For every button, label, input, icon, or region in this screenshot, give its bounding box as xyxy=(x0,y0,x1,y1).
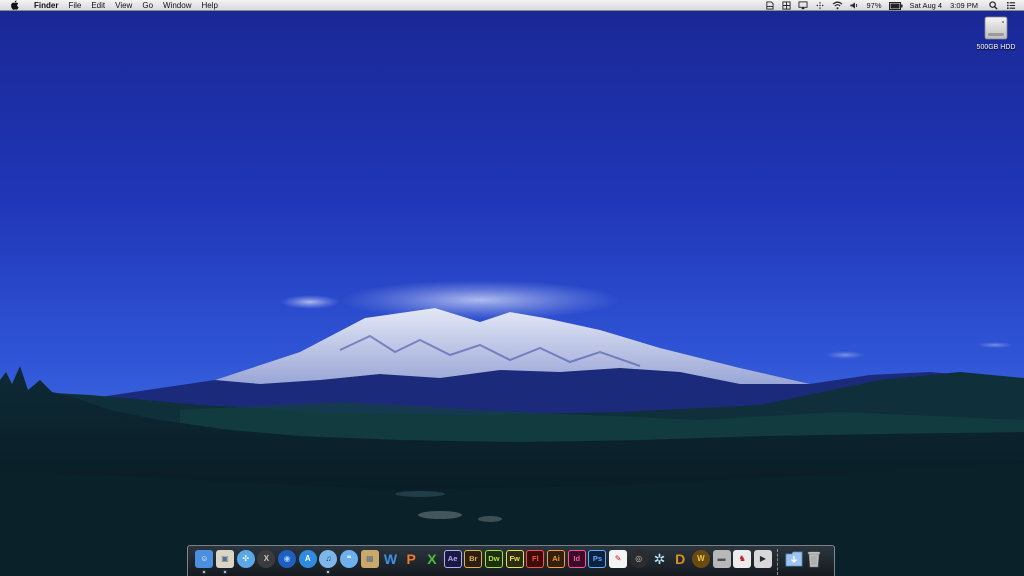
dock-item-trash[interactable] xyxy=(804,550,825,574)
preview-icon: ▣ xyxy=(216,550,235,568)
menu-file[interactable]: File xyxy=(63,0,86,11)
document-icon[interactable] xyxy=(764,0,775,11)
dock-items: ☺ ▣ ✣ X ◉ A ♫ ❝ ▦ W P X Ae Br Dw Fw Fl Ai Id Ps ✎ ◎ ✲ D W ▬ ♞ ▶ xyxy=(194,549,825,575)
dock-separator xyxy=(777,549,781,575)
excel-icon: X xyxy=(427,551,437,567)
dock-item-word[interactable]: W xyxy=(380,550,401,574)
dock-item-flash[interactable]: Fl xyxy=(525,550,546,574)
dock-item-dreamweaver[interactable]: Dw xyxy=(484,550,505,574)
hard-drive-icon xyxy=(983,14,1009,42)
menu-help[interactable]: Help xyxy=(196,0,222,11)
running-indicator xyxy=(327,571,330,573)
chess-icon: ♞ xyxy=(733,550,752,568)
dock-item-finder[interactable]: ☺ xyxy=(194,550,215,574)
video-camera-icon: ▶ xyxy=(753,550,772,568)
bridge-icon: Br xyxy=(464,550,483,568)
dock-item-acrobat[interactable]: ✎ xyxy=(608,550,629,574)
spotlight-search-icon[interactable] xyxy=(988,0,999,11)
battery-icon[interactable] xyxy=(888,0,903,11)
dock-item-fireworks[interactable]: Fw xyxy=(504,550,525,574)
menu-clock[interactable]: 3:09 PM xyxy=(946,0,982,11)
battery-percent[interactable]: 97% xyxy=(863,0,886,11)
itunes-icon: ♫ xyxy=(319,550,338,568)
illustrator-icon: Ai xyxy=(547,550,566,568)
desktop-wallpaper xyxy=(0,0,1024,576)
diablo-icon: D xyxy=(675,551,686,567)
warcraft-icon: W xyxy=(691,550,710,568)
dock-item-downloads-folder[interactable] xyxy=(783,550,804,574)
photoshop-icon: Ps xyxy=(588,550,607,568)
package-icon: ▦ xyxy=(360,550,379,568)
dock-item-scanner[interactable]: ▬ xyxy=(711,550,732,574)
dreamweaver-icon: Dw xyxy=(484,550,503,568)
airplay-icon[interactable] xyxy=(798,0,809,11)
dock-item-after-effects[interactable]: Ae xyxy=(442,550,463,574)
flash-icon: Fl xyxy=(526,550,545,568)
dock-item-app-store[interactable]: A xyxy=(297,550,318,574)
menu-go[interactable]: Go xyxy=(137,0,158,11)
dock-item-bridge[interactable]: Br xyxy=(463,550,484,574)
dock-item-messages[interactable]: ❝ xyxy=(339,550,360,574)
acrobat-icon: ✎ xyxy=(609,550,628,568)
running-indicator xyxy=(203,571,206,573)
tool-icon: ✲ xyxy=(653,551,666,567)
downloads-folder-icon xyxy=(785,550,803,568)
after-effects-icon: Ae xyxy=(443,550,462,568)
wifi-icon[interactable] xyxy=(832,0,843,11)
bluetooth-icon[interactable] xyxy=(815,0,826,11)
dock-item-indesign[interactable]: Id xyxy=(566,550,587,574)
scanner-icon: ▬ xyxy=(712,550,731,568)
dock-item-video-camera[interactable]: ▶ xyxy=(753,550,774,574)
dock: ☺ ▣ ✣ X ◉ A ♫ ❝ ▦ W P X Ae Br Dw Fw Fl Ai Id Ps ✎ ◎ ✲ D W ▬ ♞ ▶ xyxy=(187,545,835,576)
app-store-icon: A xyxy=(298,550,317,568)
dock-item-mac-os-x[interactable]: X xyxy=(256,550,277,574)
messages-icon: ❝ xyxy=(340,550,359,568)
desktop-hard-drive[interactable]: 500GB HDD xyxy=(972,14,1020,51)
dock-item-powerpoint[interactable]: P xyxy=(401,550,422,574)
finder-icon: ☺ xyxy=(195,550,214,568)
dock-item-preview[interactable]: ▣ xyxy=(215,550,236,574)
aperture-icon: ◎ xyxy=(629,550,648,568)
menu-window[interactable]: Window xyxy=(158,0,196,11)
menu-view[interactable]: View xyxy=(110,0,137,11)
word-icon: W xyxy=(383,551,398,567)
dock-item-package[interactable]: ▦ xyxy=(360,550,381,574)
trash-icon xyxy=(805,550,823,568)
dock-item-diablo[interactable]: D xyxy=(670,550,691,574)
running-indicator xyxy=(224,571,227,573)
menu-app-name[interactable]: Finder xyxy=(32,0,63,11)
dock-item-illustrator[interactable]: Ai xyxy=(546,550,567,574)
dock-item-excel[interactable]: X xyxy=(422,550,443,574)
volume-icon[interactable] xyxy=(849,0,860,11)
dock-item-warcraft[interactable]: W xyxy=(691,550,712,574)
menu-edit[interactable]: Edit xyxy=(86,0,110,11)
dock-item-tool[interactable]: ✲ xyxy=(649,550,670,574)
safari-icon: ✣ xyxy=(236,550,255,568)
fireworks-icon: Fw xyxy=(505,550,524,568)
indesign-icon: Id xyxy=(567,550,586,568)
dock-item-aperture[interactable]: ◎ xyxy=(628,550,649,574)
menu-date[interactable]: Sat Aug 4 xyxy=(906,0,947,11)
mac-os-x-icon: X xyxy=(257,550,276,568)
dock-item-photoshop[interactable]: Ps xyxy=(587,550,608,574)
dock-item-itunes[interactable]: ♫ xyxy=(318,550,339,574)
dock-item-globe[interactable]: ◉ xyxy=(277,550,298,574)
grid-icon[interactable] xyxy=(781,0,792,11)
powerpoint-icon: P xyxy=(406,551,416,567)
hard-drive-label: 500GB HDD xyxy=(976,44,1016,51)
globe-icon: ◉ xyxy=(278,550,297,568)
apple-icon[interactable] xyxy=(10,0,22,10)
menu-bar: Finder File Edit View Go Window Help 97%… xyxy=(0,0,1024,11)
notification-center-icon[interactable] xyxy=(1005,0,1016,11)
dock-item-chess[interactable]: ♞ xyxy=(732,550,753,574)
dock-item-safari[interactable]: ✣ xyxy=(235,550,256,574)
